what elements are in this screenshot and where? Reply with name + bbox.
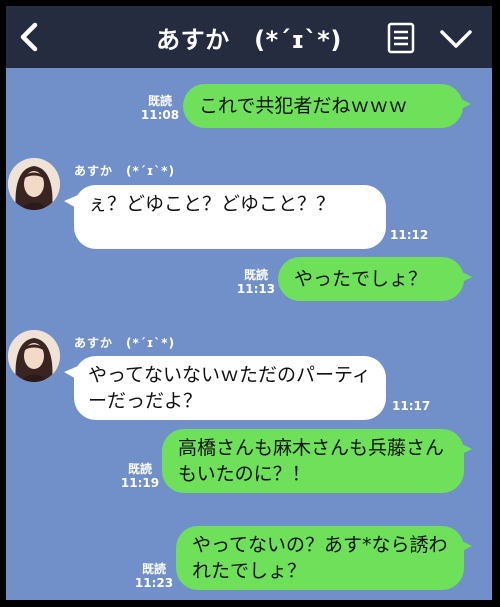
read-status-and-time: 既読 11:08 xyxy=(140,94,180,122)
more-options-button[interactable] xyxy=(438,28,474,50)
message-time: 11:23 xyxy=(134,576,174,590)
read-receipt: 既読 xyxy=(127,462,152,476)
read-receipt: 既読 xyxy=(147,94,172,108)
menu-button[interactable] xyxy=(386,22,416,54)
chat-header: あすか (*´ɪ`*) xyxy=(6,6,492,68)
read-receipt: 既読 xyxy=(243,268,268,282)
chevron-down-icon xyxy=(440,30,472,48)
chat-screen: あすか (*´ɪ`*) 既読 11:08 これで共犯者だねｗｗｗ あすか (*´… xyxy=(6,6,492,600)
message-time: 11:13 xyxy=(236,282,276,296)
outgoing-message-bubble[interactable]: 高橋さんも麻木さんも兵藤さんもいたのに？！ xyxy=(162,429,472,493)
message-time: 11:19 xyxy=(120,476,160,490)
read-status-and-time: 既読 11:13 xyxy=(236,268,276,296)
list-menu-icon xyxy=(387,22,415,54)
incoming-message-bubble[interactable]: やってないないｗただのパーティーだっだよ？ xyxy=(64,356,386,420)
avatar-image xyxy=(8,330,60,382)
outgoing-message-bubble[interactable]: これで共犯者だねｗｗｗ xyxy=(183,84,471,128)
avatar-image xyxy=(8,158,60,210)
message-time: 11:17 xyxy=(392,399,431,413)
contact-avatar[interactable] xyxy=(8,330,60,382)
read-status-and-time: 既読 11:23 xyxy=(134,562,174,590)
incoming-message-bubble[interactable]: ぇ？どゆこと？どゆこと？？ xyxy=(64,185,386,249)
outgoing-message-bubble[interactable]: やってないの？あす*なら誘われたでしょ？ xyxy=(176,526,472,590)
contact-avatar[interactable] xyxy=(8,158,60,210)
chat-title: あすか (*´ɪ`*) xyxy=(156,26,342,54)
contact-name: あすか (*´ɪ`*) xyxy=(74,164,176,178)
message-time: 11:12 xyxy=(390,228,429,242)
read-receipt: 既読 xyxy=(141,562,166,576)
message-time: 11:08 xyxy=(140,108,180,122)
outgoing-message-bubble[interactable]: やったでしょ？ xyxy=(278,257,472,301)
contact-name: あすか (*´ɪ`*) xyxy=(74,336,176,350)
read-status-and-time: 既読 11:19 xyxy=(120,462,160,490)
